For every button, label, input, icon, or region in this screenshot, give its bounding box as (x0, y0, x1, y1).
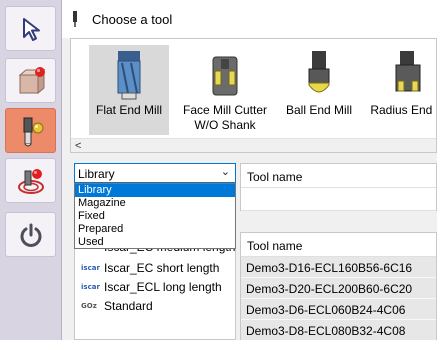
library-item[interactable]: GOz Standard (81, 297, 153, 315)
tool-face-mill-cutter[interactable]: Face Mill Cutter W/O Shank (175, 45, 275, 135)
radius-end-mill-icon (395, 51, 421, 92)
table-row[interactable] (241, 188, 436, 211)
select-button[interactable] (5, 6, 56, 51)
window-title: Choose a tool (92, 12, 173, 27)
tool-name-cell: Demo3-D8-ECL080B32-4C08 (246, 324, 406, 338)
library-select-value: Library (78, 167, 115, 181)
option-magazine[interactable]: Magazine (75, 197, 235, 210)
tool-label: Flat End Mill (95, 103, 163, 117)
tool-label: Face Mill Cutter W/O Shank (175, 103, 275, 133)
standard-icon: GOz (81, 302, 97, 310)
library-item-label: Iscar_EC short length (104, 261, 220, 275)
table-row[interactable]: Demo3-D6-ECL060B24-4C06 (241, 299, 436, 320)
column-header[interactable]: Tool name (241, 233, 436, 257)
table-row[interactable]: Demo3-D8-ECL080B32-4C08 (241, 320, 436, 340)
tool-ball-end-mill[interactable]: Ball End Mill (281, 45, 357, 135)
option-library[interactable]: Library (75, 184, 235, 197)
tool-icon (23, 117, 43, 146)
part-icon (18, 66, 45, 94)
gallery-scrollbar[interactable]: < (71, 138, 436, 152)
left-toolbar (0, 0, 62, 340)
option-used[interactable]: Used (75, 236, 235, 249)
tool-type-gallery: Flat End Mill Face Mill Cutter W/O Shank (70, 38, 437, 153)
select-arrow-icon (22, 17, 40, 41)
table-row[interactable]: Demo3-D16-ECL160B56-6C16 (241, 257, 436, 278)
scroll-left-button[interactable]: < (75, 139, 81, 152)
choose-tool-dialog: Choose a tool Flat End Mill Face Mill Cu… (62, 0, 437, 340)
tool-list-table: Tool name Demo3-D16-ECL160B56-6C16 Demo3… (240, 232, 437, 340)
library-item-label: Standard (104, 299, 153, 313)
library-item-label: Iscar_ECL long length (104, 280, 222, 294)
power-icon (20, 223, 41, 247)
library-select-dropdown: Library Magazine Fixed Prepared Used (74, 183, 236, 249)
tool-button[interactable] (5, 108, 56, 153)
flat-end-mill-icon (117, 51, 141, 100)
library-select[interactable]: Library ⌄ (74, 163, 236, 183)
option-fixed[interactable]: Fixed (75, 210, 235, 223)
table-row[interactable]: Demo3-D20-ECL200B60-6C20 (241, 278, 436, 299)
tool-name-cell: Demo3-D6-ECL060B24-4C06 (246, 303, 406, 317)
ball-end-mill-icon (308, 51, 330, 93)
tool-label-line2: W/O Shank (194, 118, 256, 132)
exit-button[interactable] (5, 212, 56, 257)
face-mill-cutter-icon (212, 56, 238, 96)
tool-name-cell: Demo3-D16-ECL160B56-6C16 (246, 261, 413, 275)
toolpath-button[interactable] (5, 158, 56, 203)
part-button[interactable] (5, 58, 56, 103)
tool-radius-end-mill[interactable]: Radius End M (363, 45, 436, 135)
app-icon (73, 11, 77, 27)
tool-label: Ball End Mill (285, 103, 353, 117)
title-bar: Choose a tool (62, 0, 437, 38)
library-item[interactable]: iscar Iscar_ECL long length (81, 278, 222, 296)
toolpath-icon (17, 168, 44, 194)
column-header-label: Tool name (247, 239, 303, 253)
library-item[interactable]: iscar Iscar_EC short length (81, 259, 219, 277)
iscar-icon: iscar (81, 283, 100, 291)
tool-flat-end-mill[interactable]: Flat End Mill (89, 45, 169, 135)
column-header[interactable]: Tool name (241, 164, 436, 188)
column-header-label: Tool name (247, 170, 303, 184)
tool-label-line1: Face Mill Cutter (182, 103, 268, 117)
chevron-down-icon[interactable]: ⌄ (221, 165, 230, 178)
tool-label: Radius End M (370, 103, 436, 117)
tool-name-cell: Demo3-D20-ECL200B60-6C20 (246, 282, 413, 296)
option-prepared[interactable]: Prepared (75, 223, 235, 236)
tool-name-filter-table: Tool name (240, 163, 437, 211)
iscar-icon: iscar (81, 264, 100, 272)
